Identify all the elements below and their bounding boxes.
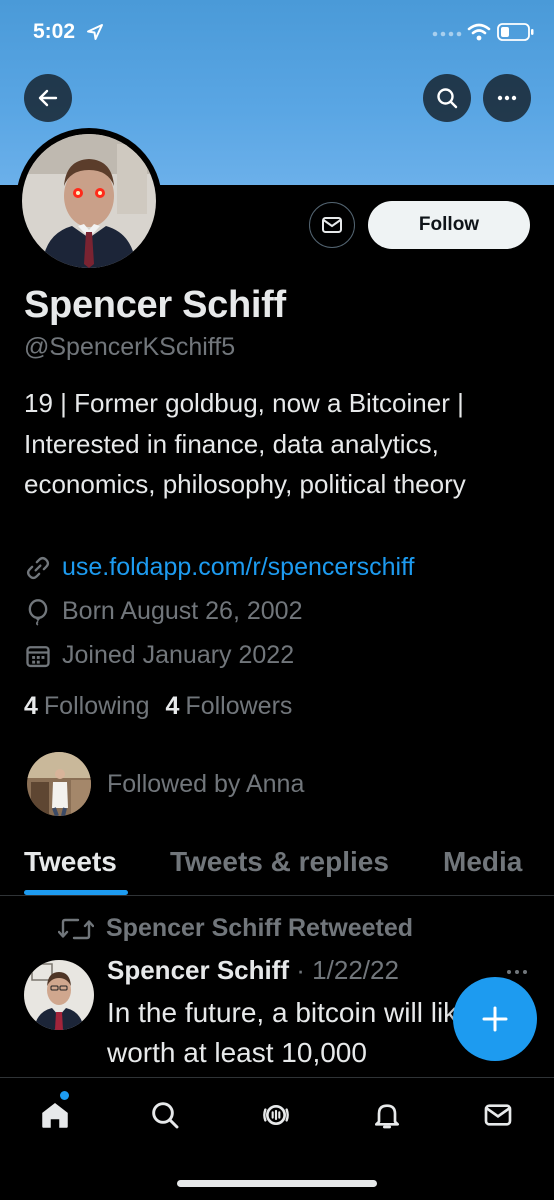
profile-bio: 19 | Former goldbug, now a Bitcoiner | I… [24,388,466,499]
compose-tweet-button[interactable] [453,977,537,1061]
link-icon [26,556,50,579]
profile-joined-text: Joined January 2022 [62,641,295,669]
signal-dots-icon [432,31,462,37]
tab-tweets[interactable]: Tweets [24,846,117,878]
arrow-left-icon [38,89,58,107]
followed-by-row[interactable]: Followed by Anna [27,752,304,816]
home-indicator[interactable] [177,1180,377,1187]
more-options-button[interactable] [483,74,531,122]
wifi-icon [467,23,491,41]
avatar-photo [22,134,156,268]
profile-website[interactable]: use.foldapp.com/r/spencerschiff [24,553,415,582]
back-button[interactable] [24,74,72,122]
retweet-context: Spencer Schiff Retweeted [58,914,413,943]
nav-home[interactable] [35,1095,75,1135]
tweet-author-name[interactable]: Spencer Schiff [107,955,289,985]
message-button[interactable] [309,202,355,248]
plus-icon [482,1006,508,1032]
tweet-author-avatar[interactable] [24,960,94,1030]
more-horizontal-icon [497,95,517,101]
follow-button[interactable]: Follow [368,201,530,249]
follow-counts: 4 Following 4 Followers [24,692,292,721]
search-button[interactable] [423,74,471,122]
followers-count: 4 [165,692,180,720]
nav-spaces[interactable] [256,1095,296,1135]
status-bar: 5:02 [0,0,554,66]
profile-tabs: Tweets Tweets & replies Media [0,834,554,896]
tab-tweets-and-replies[interactable]: Tweets & replies [170,846,389,878]
nav-search[interactable] [145,1095,185,1135]
envelope-icon [484,1104,512,1126]
tab-media[interactable]: Media [443,846,522,878]
profile-avatar[interactable] [16,128,162,274]
retweet-icon [58,918,94,939]
tweet-header: Spencer Schiff · 1/22/22 [107,955,399,986]
follower-avatar [27,752,91,816]
balloon-icon [28,598,48,626]
bell-icon [375,1104,399,1129]
tweet-date[interactable]: 1/22/22 [312,955,399,985]
following-count: 4 [24,692,38,720]
home-notification-dot [60,1091,69,1100]
calendar-icon [26,645,50,667]
followed-by-text: Followed by Anna [107,769,305,798]
location-arrow-icon [87,24,103,40]
profile-handle: @SpencerKSchiff5 [24,333,236,361]
profile-joined: Joined January 2022 [24,641,294,670]
search-icon [437,88,458,109]
battery-icon [497,23,534,41]
followers-label: Followers [185,692,293,720]
status-time: 5:02 [33,20,76,43]
retweet-label: Spencer Schiff Retweeted [106,914,414,942]
profile-name: Spencer Schiff [24,284,286,326]
profile-website-text[interactable]: use.foldapp.com/r/spencerschiff [62,553,415,582]
spaces-icon [263,1105,289,1125]
followers-link[interactable]: 4 Followers [166,692,293,721]
nav-messages[interactable] [478,1095,518,1135]
home-icon [42,1102,68,1128]
profile-birthdate: Born August 26, 2002 [24,597,302,626]
profile-birthdate-text: Born August 26, 2002 [62,597,303,625]
envelope-icon [322,217,342,233]
following-link[interactable]: 4 Following [24,692,150,721]
search-icon [152,1102,179,1129]
active-tab-indicator [24,890,128,895]
tweet-separator: · [289,955,313,985]
nav-notifications[interactable] [367,1095,407,1135]
following-label: Following [43,692,150,720]
